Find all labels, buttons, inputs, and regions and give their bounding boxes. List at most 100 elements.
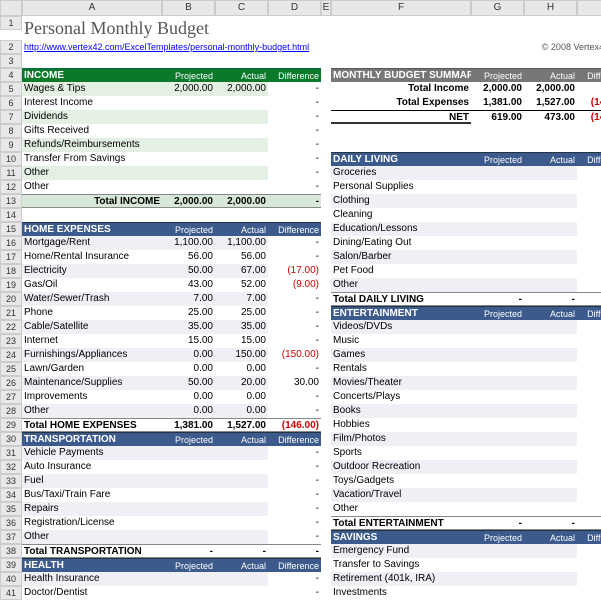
cell[interactable]: 20.00 [215,376,268,390]
row-header[interactable]: 37 [0,530,22,544]
cell[interactable]: Electricity [22,264,162,278]
cell[interactable]: Transfer to Savings [331,558,471,572]
cell[interactable]: - [577,236,601,250]
row-header[interactable]: 9 [0,138,22,152]
cell[interactable] [321,516,331,530]
cell[interactable] [215,166,268,180]
cell[interactable]: Internet [22,334,162,348]
cell[interactable]: Actual [215,222,268,236]
cell[interactable] [524,502,577,516]
cell[interactable] [524,488,577,502]
row-header[interactable]: 36 [0,516,22,530]
cell[interactable] [524,432,577,446]
cell[interactable]: - [268,82,321,96]
cell[interactable] [524,586,577,600]
cell[interactable]: (17.00) [268,264,321,278]
cell[interactable]: 2,000.00 [471,82,524,96]
cell[interactable]: Difference [577,152,601,166]
cell[interactable] [321,376,331,390]
cell[interactable] [321,404,331,418]
cell[interactable]: Projected [471,530,524,544]
cell[interactable] [162,152,215,166]
cell[interactable]: 35.00 [162,320,215,334]
cell[interactable]: Difference [268,222,321,236]
cell[interactable]: Actual [524,68,577,82]
cell[interactable] [162,96,215,110]
cell[interactable] [471,278,524,292]
row-header[interactable]: 20 [0,292,22,306]
cell[interactable] [471,390,524,404]
row-header[interactable]: 34 [0,488,22,502]
cell[interactable]: Actual [215,68,268,82]
cell[interactable]: 50.00 [162,376,215,390]
cell[interactable]: 0.00 [162,348,215,362]
cell[interactable]: - [577,390,601,404]
cell[interactable] [471,460,524,474]
cell[interactable]: - [577,348,601,362]
cell[interactable]: NET [331,110,471,124]
cell[interactable]: Actual [215,432,268,446]
cell[interactable]: Clothing [331,194,471,208]
cell[interactable]: - [577,418,601,432]
cell[interactable] [331,138,601,152]
cell[interactable] [471,362,524,376]
cell[interactable] [321,124,331,138]
row-header[interactable]: 33 [0,474,22,488]
cell[interactable]: - [577,460,601,474]
cell[interactable] [215,96,268,110]
cell[interactable]: Pet Food [331,264,471,278]
cell[interactable] [162,166,215,180]
cell[interactable]: Other [331,278,471,292]
cell[interactable]: Vacation/Travel [331,488,471,502]
cell[interactable] [321,110,331,124]
cell[interactable]: - [268,110,321,124]
page-title[interactable]: Personal Monthly Budget [22,16,601,40]
cell[interactable] [471,348,524,362]
cell[interactable]: Actual [524,152,577,166]
cell[interactable] [524,460,577,474]
cell[interactable] [471,418,524,432]
cell[interactable] [321,96,331,110]
col-header[interactable]: F [331,0,471,16]
row-header[interactable]: 41 [0,586,22,600]
cell[interactable] [524,544,577,558]
col-header[interactable]: I [577,0,601,16]
cell[interactable]: Videos/DVDs [331,320,471,334]
cell[interactable] [162,502,215,516]
cell[interactable]: (146.00) [577,96,601,110]
cell[interactable]: 0.00 [577,82,601,96]
cell[interactable]: 15.00 [215,334,268,348]
row-header[interactable]: 38 [0,544,22,558]
cell[interactable] [162,124,215,138]
cell[interactable] [524,264,577,278]
cell[interactable]: 0.00 [215,362,268,376]
cell[interactable]: Projected [162,558,215,572]
cell[interactable]: Retirement (401k, IRA) [331,572,471,586]
cell[interactable]: - [577,572,601,586]
cell[interactable]: Total Expenses [331,96,471,110]
cell[interactable]: Mortgage/Rent [22,236,162,250]
cell[interactable] [321,558,331,572]
row-header[interactable]: 10 [0,152,22,166]
cell[interactable] [524,320,577,334]
cell[interactable] [321,334,331,348]
cell[interactable]: Difference [577,68,601,82]
cell[interactable]: HOME EXPENSES [22,222,162,236]
cell[interactable]: Games [331,348,471,362]
cell[interactable]: - [577,586,601,600]
row-header[interactable]: 17 [0,250,22,264]
cell[interactable]: Furnishings/Appliances [22,348,162,362]
cell[interactable] [524,404,577,418]
cell[interactable] [22,208,331,222]
cell[interactable]: 7.00 [215,292,268,306]
cell[interactable] [321,278,331,292]
cell[interactable]: Lawn/Garden [22,362,162,376]
cell[interactable] [321,236,331,250]
cell[interactable]: Other [22,530,162,544]
cell[interactable] [321,166,331,180]
row-header[interactable]: 35 [0,502,22,516]
cell[interactable]: 0.00 [215,404,268,418]
cell[interactable]: - [268,236,321,250]
cell[interactable] [321,320,331,334]
cell[interactable] [215,446,268,460]
